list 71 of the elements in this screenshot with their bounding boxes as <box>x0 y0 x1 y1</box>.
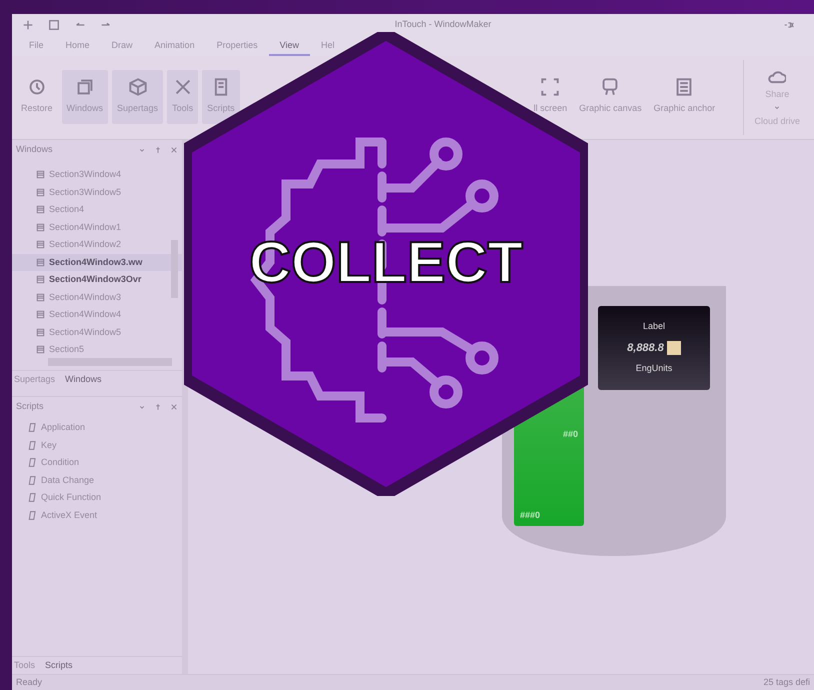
tree-item[interactable]: Condition <box>12 454 182 472</box>
close-icon[interactable] <box>170 146 178 154</box>
tree-item[interactable]: Section4Window1 <box>12 218 182 236</box>
display-label: Label <box>642 320 666 334</box>
tree-item[interactable]: Section3Window5 <box>12 184 182 201</box>
ribbon-button[interactable]: Scripts <box>202 70 240 124</box>
panel-title: Scripts <box>16 400 44 414</box>
ribbon-button[interactable]: ll screen <box>530 70 572 124</box>
history-icon <box>28 78 46 96</box>
window-icon <box>36 310 45 320</box>
tree-item[interactable]: Section4Window2 <box>12 236 182 254</box>
monitor-icon <box>601 78 620 96</box>
tree-item[interactable]: Section3Window4 <box>12 166 182 184</box>
tree-item[interactable]: Section4Window5 <box>12 324 182 341</box>
tools-icon <box>174 78 192 96</box>
tree-item[interactable]: Section4Window4 <box>12 306 182 324</box>
ribbon-button[interactable]: Windows <box>62 70 108 124</box>
pin-icon[interactable] <box>154 146 162 154</box>
windows-icon <box>76 78 94 96</box>
ribbon-button[interactable]: Graphic canvas <box>575 70 646 124</box>
panel-tab[interactable]: Supertags <box>14 372 56 386</box>
tree-item[interactable]: Section4Window3.ww <box>12 254 182 271</box>
tree-item[interactable]: Application <box>12 419 182 436</box>
menu-tab[interactable]: Draw <box>100 36 144 56</box>
cube-icon <box>128 78 147 96</box>
window-icon <box>36 345 45 354</box>
window-icon <box>36 205 45 214</box>
tree-item[interactable]: Data Change <box>12 472 182 489</box>
tree-item[interactable]: Section4Window3Ovr <box>12 271 182 288</box>
window-icon <box>36 275 45 284</box>
scale-label: ###0 <box>520 508 542 522</box>
ribbon-button[interactable]: Graphic anchor <box>650 70 720 124</box>
menu-tab[interactable]: Properties <box>206 36 269 56</box>
save-icon[interactable] <box>48 19 60 31</box>
tree-item[interactable]: Section4 <box>12 201 182 218</box>
window-title: InTouch - WindowMaker <box>394 18 492 32</box>
window-icon <box>36 328 45 337</box>
close-icon[interactable] <box>170 403 178 411</box>
panel-tab[interactable]: Tools <box>14 658 36 672</box>
tree-item[interactable]: Section4Window3 <box>12 288 182 306</box>
scale-label: ##0 <box>562 428 578 441</box>
menu-tab[interactable]: File <box>18 36 55 56</box>
window-icon <box>36 170 45 180</box>
pin-icon[interactable] <box>154 403 162 411</box>
menu-tab[interactable]: Animation <box>144 36 206 56</box>
window-icon <box>36 258 45 267</box>
menu-tab[interactable]: Hel <box>310 36 346 56</box>
overlay-title: COLLECT <box>249 230 523 295</box>
panel-title: Windows <box>16 143 53 156</box>
panel-tab[interactable]: Scripts <box>45 658 73 672</box>
status-text: 25 tags defi <box>763 676 810 689</box>
window-icon <box>36 292 45 302</box>
ribbon-button[interactable]: Restore <box>16 70 58 124</box>
window-icon <box>36 240 45 250</box>
panel-tab[interactable]: Windows <box>65 372 102 386</box>
tree-item[interactable]: ActiveX Event <box>12 506 182 524</box>
window-icon <box>36 222 45 232</box>
units-label: EngUnits <box>636 362 672 376</box>
caret-icon <box>773 104 782 112</box>
tree-item[interactable]: Section5 <box>12 341 182 358</box>
window-icon <box>36 188 45 197</box>
tree-item[interactable]: Quick Function <box>12 489 182 506</box>
display-value: 8,888.8 <box>627 340 664 356</box>
ribbon-button[interactable]: Supertags <box>112 70 164 124</box>
tree-item[interactable]: Key <box>12 436 182 454</box>
ribbon-button[interactable]: Tools <box>167 70 198 124</box>
menu-tab[interactable]: Home <box>54 36 101 56</box>
add-icon[interactable] <box>22 19 34 31</box>
fullscreen-icon <box>541 78 560 96</box>
status-text: Ready <box>16 676 42 689</box>
document-icon <box>675 78 694 96</box>
